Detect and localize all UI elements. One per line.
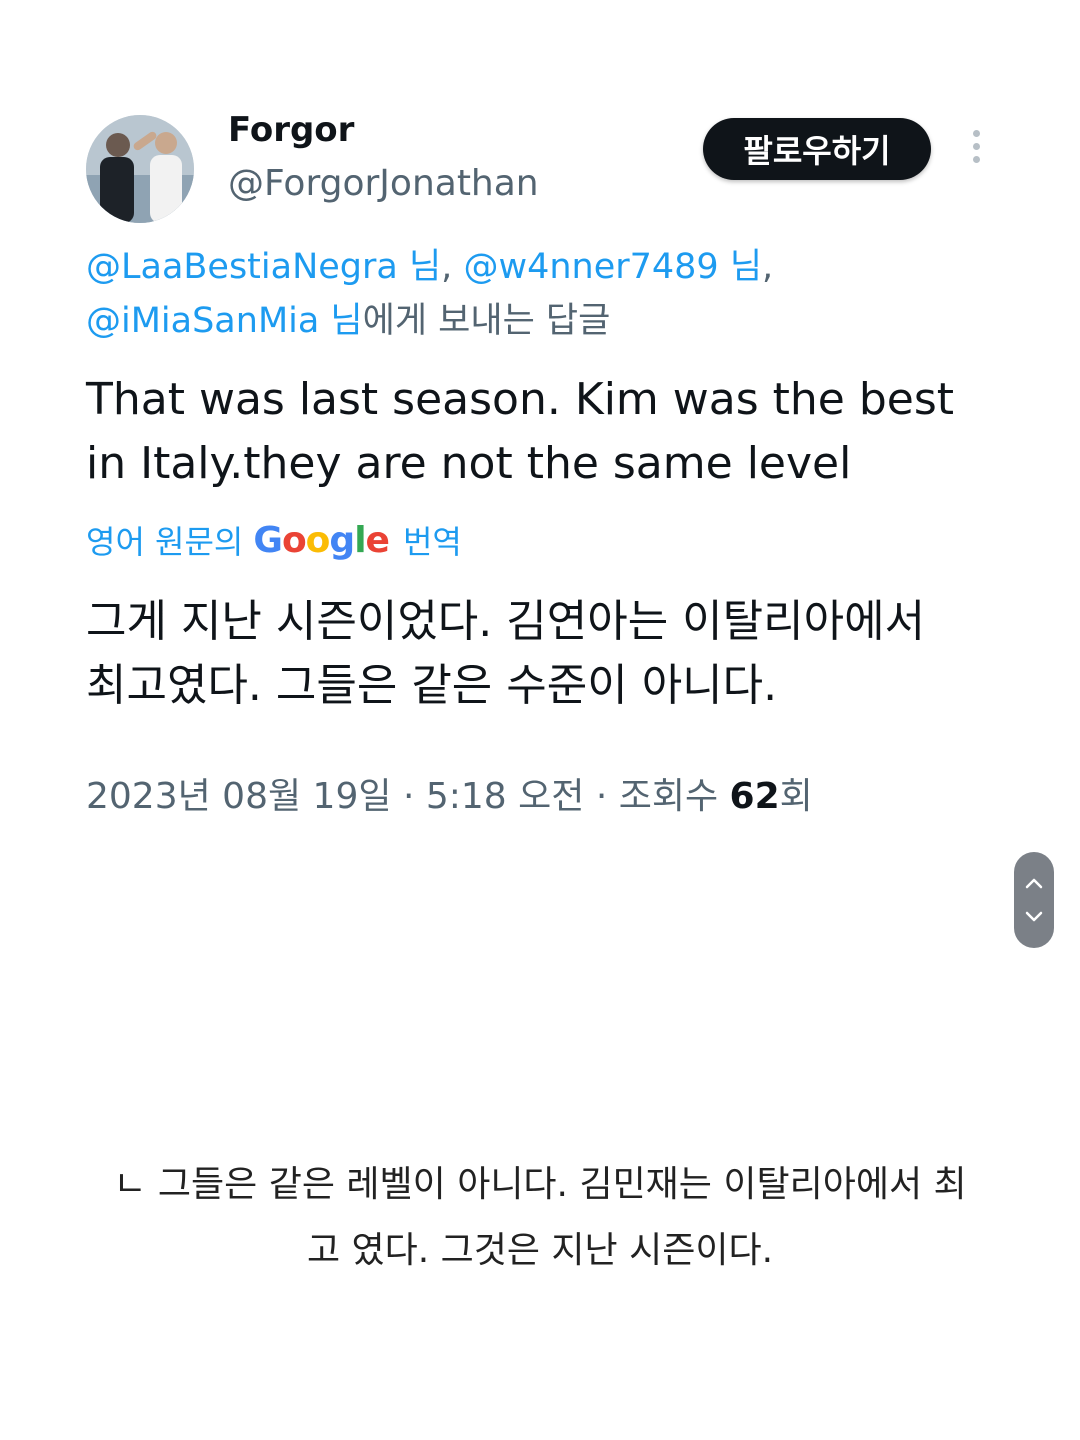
caption-line: ㄴ 그들은 같은 레벨이 아니다. 김민재는 이탈리아에서 최	[113, 1164, 967, 1205]
translated-text: 그게 지난 시즌이었다. 김연아는 이탈리아에서 최고였다. 그들은 같은 수준…	[86, 590, 1006, 718]
avatar-image	[86, 115, 194, 223]
translated-text-line: 최고였다. 그들은 같은 수준이 아니다.	[86, 660, 778, 711]
reply-to-line: @LaaBestiaNegra 님, @w4nner7489 님, @iMiaS…	[86, 240, 996, 348]
views-label: 조회수	[618, 776, 719, 817]
caption-line: 고 였다. 그것은 지난 시즌이다.	[306, 1230, 774, 1271]
follow-button[interactable]: 팔로우하기	[703, 118, 931, 180]
tweet-time[interactable]: 5:18 오전	[426, 776, 585, 817]
author-handle[interactable]: @ForgorJonathan	[228, 162, 539, 206]
tweet-date[interactable]: 2023년 08월 19일	[86, 776, 391, 817]
translated-text-line: 그게 지난 시즌이었다. 김연아는 이탈리아에서	[86, 596, 926, 647]
google-logo: Google	[253, 519, 390, 561]
scroll-navigator[interactable]	[1014, 852, 1054, 948]
translate-suffix: 번역	[402, 523, 462, 561]
tweet-text-line: That was last season. Kim was the best	[86, 374, 954, 425]
tweet-text: That was last season. Kim was the best i…	[86, 368, 1006, 496]
more-vertical-icon[interactable]	[966, 130, 986, 166]
mention-link[interactable]: @iMiaSanMia 님	[86, 301, 363, 341]
mention-link[interactable]: @w4nner7489 님	[463, 247, 762, 287]
tweet-text-line: in Italy.they are not the same level	[86, 438, 852, 489]
translate-attribution[interactable]: 영어 원문의 Google 번역	[86, 515, 462, 565]
author-name[interactable]: Forgor	[228, 110, 354, 150]
chevron-down-icon[interactable]	[1024, 910, 1044, 924]
mention-link[interactable]: @LaaBestiaNegra 님	[86, 247, 441, 287]
mention-separator: ,	[762, 247, 774, 287]
meta-separator: ·	[595, 776, 619, 817]
tweet-meta: 2023년 08월 19일 · 5:18 오전 · 조회수 62회	[86, 770, 986, 824]
translate-prefix: 영어 원문의	[86, 523, 244, 561]
tweet-header: Forgor @ForgorJonathan 팔로우하기	[86, 110, 1000, 223]
reply-to-suffix: 에게 보내는 답글	[362, 301, 611, 341]
page: Forgor @ForgorJonathan 팔로우하기 @LaaBestiaN…	[0, 0, 1080, 1440]
meta-separator: ·	[402, 776, 426, 817]
views-unit: 회	[779, 776, 813, 817]
chevron-up-icon[interactable]	[1024, 876, 1044, 890]
views-count: 62	[729, 776, 780, 817]
caption: ㄴ 그들은 같은 레벨이 아니다. 김민재는 이탈리아에서 최 고 였다. 그것…	[60, 1152, 1020, 1284]
avatar[interactable]	[86, 115, 194, 223]
mention-separator: ,	[441, 247, 464, 287]
